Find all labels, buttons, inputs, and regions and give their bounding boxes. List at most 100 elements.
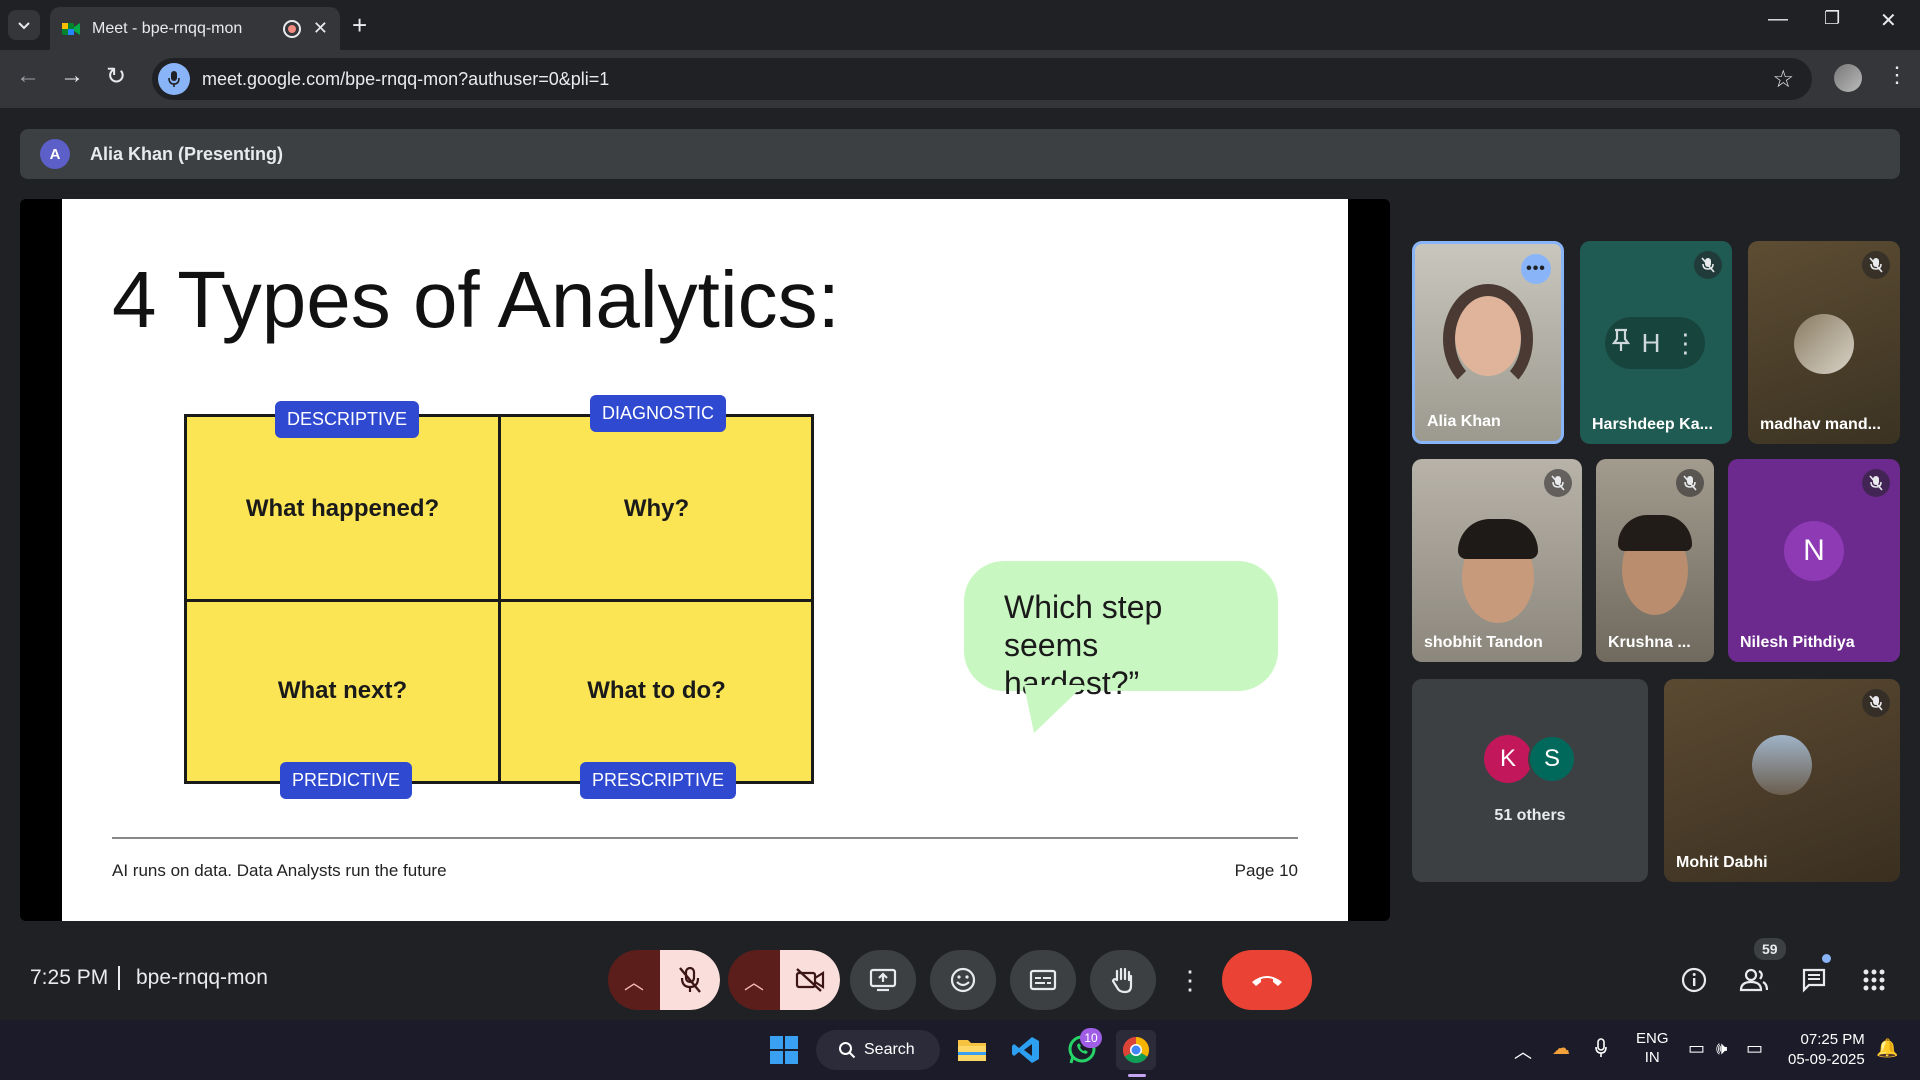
video-options-button[interactable]: ︿ (728, 950, 780, 1010)
profile-avatar[interactable] (1834, 64, 1862, 92)
emoji-icon (950, 967, 976, 993)
browser-tab-bar: Meet - bpe-rnqq-mon ✕ + — ❐ ✕ (0, 0, 1920, 50)
apps-grid-icon (1863, 969, 1885, 991)
clock-date: 05-09-2025 (1788, 1050, 1865, 1068)
file-explorer-button[interactable] (952, 1030, 992, 1070)
folder-icon (958, 1040, 986, 1061)
muted-mic-icon (1862, 689, 1890, 717)
tile-initial: H (1641, 327, 1661, 358)
url-text: meet.google.com/bpe-rnqq-mon?authuser=0&… (202, 68, 610, 89)
speech-bubble-tail (1024, 685, 1084, 733)
hang-up-icon (1252, 976, 1282, 986)
network-icon[interactable]: ▭ (1688, 1038, 1705, 1059)
minimize-icon[interactable]: — (1768, 8, 1788, 31)
more-options-icon[interactable]: ••• (1521, 254, 1551, 284)
camera-toggle-button[interactable] (780, 950, 840, 1010)
muted-mic-icon (1862, 251, 1890, 279)
people-count-badge: 59 (1754, 938, 1786, 960)
search-icon (839, 1042, 856, 1059)
meeting-controls: 7:25 PM bpe-rnqq-mon ︿ ︿ ⋮ 59 (0, 938, 1920, 1016)
start-button[interactable] (764, 1030, 804, 1070)
raise-hand-button[interactable] (1090, 950, 1156, 1010)
pin-icon[interactable] (1611, 328, 1630, 359)
participant-name: shobhit Tandon (1424, 634, 1543, 651)
slide-page-number: Page 10 (1234, 861, 1298, 880)
system-clock[interactable]: 07:25 PM 05-09-2025 (1788, 1030, 1865, 1069)
people-button[interactable] (1732, 958, 1776, 1002)
browser-tab-meet[interactable]: Meet - bpe-rnqq-mon ✕ (50, 7, 340, 50)
chat-icon (1802, 968, 1826, 993)
cloud-icon[interactable]: ☁ (1552, 1038, 1570, 1059)
meeting-details-button[interactable] (1672, 958, 1716, 1002)
microphone-tray-icon[interactable] (1594, 1038, 1608, 1063)
muted-mic-icon (1544, 469, 1572, 497)
clock-time: 07:25 PM (1800, 1031, 1865, 1048)
participant-tile-shobhit[interactable]: shobhit Tandon (1412, 459, 1582, 662)
more-options-button[interactable]: ⋮ (1170, 950, 1210, 1010)
chat-notification-dot (1822, 954, 1831, 963)
vscode-button[interactable] (1006, 1030, 1046, 1070)
grid-divider (187, 599, 811, 602)
leave-call-button[interactable] (1222, 950, 1312, 1010)
browser-menu-icon[interactable]: ⋮ (1886, 62, 1908, 88)
captions-button[interactable] (1010, 950, 1076, 1010)
participant-name: Krushna ... (1608, 634, 1691, 651)
tag-prescriptive: PRESCRIPTIVE (580, 762, 737, 799)
quadrant-text-predictive: What next? (277, 677, 408, 704)
reactions-button[interactable] (930, 950, 996, 1010)
participant-tile-krushna[interactable]: Krushna ... (1596, 459, 1714, 662)
bookmark-star-icon[interactable]: ☆ (1772, 65, 1794, 94)
separator (118, 966, 120, 990)
reload-icon[interactable]: ↻ (106, 62, 126, 91)
participant-tile-harshdeep[interactable]: H ⋮ Harshdeep Ka... (1580, 241, 1732, 444)
participant-name: Mohit Dabhi (1676, 854, 1768, 871)
presenting-label: Alia Khan (Presenting) (90, 143, 284, 164)
taskbar-search[interactable]: Search (816, 1030, 940, 1070)
more-vert-icon: ⋮ (1177, 964, 1203, 995)
back-arrow-icon[interactable]: ← (16, 62, 40, 90)
vscode-icon (1012, 1037, 1039, 1063)
active-app-indicator (1128, 1074, 1146, 1077)
speech-bubble: Which step seems hardest?” (964, 561, 1278, 701)
restore-icon[interactable]: ❐ (1824, 8, 1840, 29)
chat-button[interactable] (1792, 958, 1836, 1002)
others-count: 51 others (1494, 807, 1566, 824)
participant-tile-mohit[interactable]: Mohit Dabhi (1664, 679, 1900, 882)
forward-arrow-icon[interactable]: → (60, 62, 84, 90)
window-close-icon[interactable]: ✕ (1880, 8, 1897, 33)
quadrant-text-descriptive: What happened? (245, 495, 440, 522)
participant-tile-others[interactable]: K S 51 others (1412, 679, 1648, 882)
participant-avatar: S (1528, 735, 1576, 783)
participant-tile-alia[interactable]: ••• Alia Khan (1412, 241, 1564, 444)
participant-tile-nilesh[interactable]: N Nilesh Pithdiya (1728, 459, 1900, 662)
windows-logo-icon (770, 1036, 798, 1064)
slide-divider (112, 837, 1298, 839)
audio-options-button[interactable]: ︿ (608, 950, 660, 1010)
present-screen-button[interactable] (850, 950, 916, 1010)
tile-more-icon[interactable]: ⋮ (1672, 328, 1698, 359)
show-hidden-icons-chevron-icon[interactable]: ︿ (1514, 1038, 1532, 1064)
battery-icon[interactable]: ▭ (1746, 1038, 1763, 1059)
hand-icon (1111, 967, 1133, 994)
microphone-permission-icon[interactable] (158, 63, 190, 95)
presentation-stage[interactable]: 4 Types of Analytics: What happened? Why… (20, 199, 1390, 921)
tab-search-button[interactable] (8, 10, 40, 40)
notifications-bell-icon[interactable]: 🔔 (1876, 1038, 1898, 1059)
tile-hover-controls[interactable]: H ⋮ (1605, 317, 1705, 369)
people-icon (1739, 968, 1769, 992)
tab-close-icon[interactable]: ✕ (313, 18, 328, 39)
chrome-button[interactable] (1116, 1030, 1156, 1070)
video-feed (1458, 519, 1538, 559)
activities-button[interactable] (1852, 958, 1896, 1002)
microphone-control-group: ︿ (608, 950, 720, 1010)
volume-icon[interactable]: 🕪 (1716, 1038, 1727, 1059)
input-language-indicator[interactable]: ENG IN (1636, 1030, 1669, 1068)
meeting-code: bpe-rnqq-mon (136, 966, 268, 989)
address-bar[interactable]: meet.google.com/bpe-rnqq-mon?authuser=0&… (152, 58, 1812, 100)
new-tab-button[interactable]: + (352, 10, 367, 41)
participant-name: Alia Khan (1427, 413, 1501, 430)
participant-tile-madhav[interactable]: madhav mand... (1748, 241, 1900, 444)
microphone-toggle-button[interactable] (660, 950, 720, 1010)
participant-avatar: N (1784, 521, 1844, 581)
participant-name: madhav mand... (1760, 416, 1881, 433)
